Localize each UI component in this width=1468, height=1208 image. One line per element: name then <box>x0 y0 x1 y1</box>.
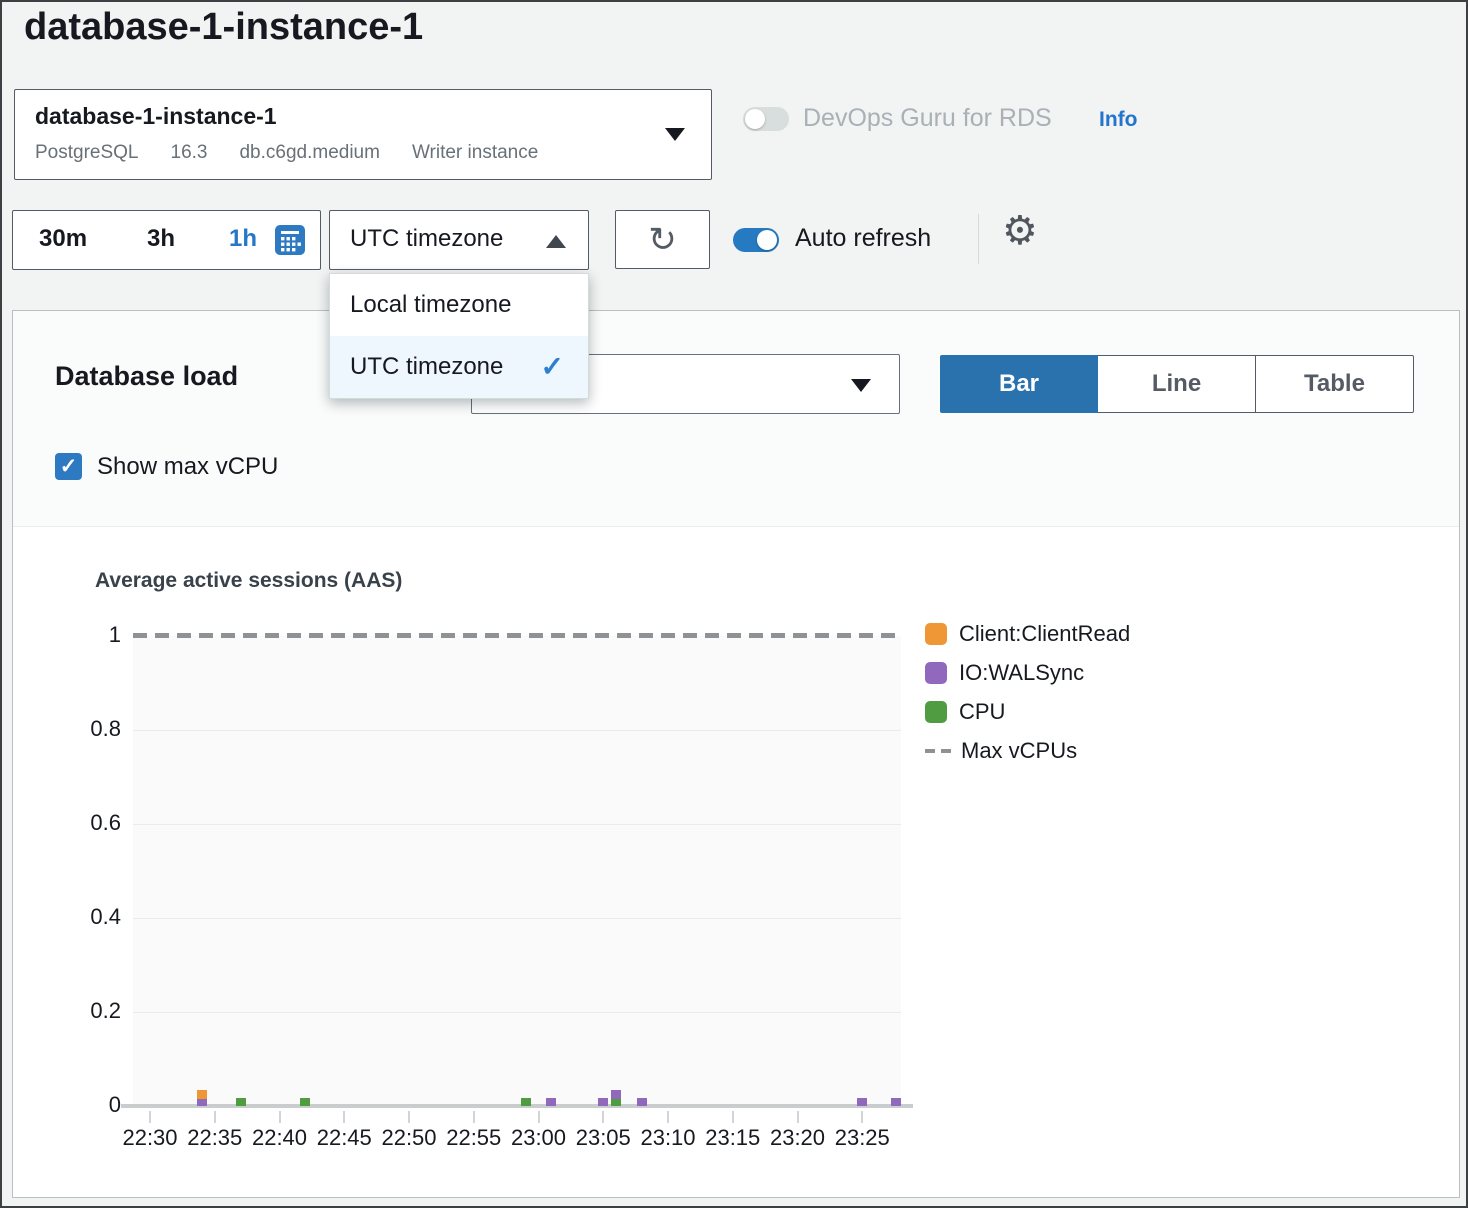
bar-segment-cpu <box>300 1098 310 1106</box>
legend-dash-swatch <box>925 749 951 753</box>
menu-item-utc-timezone[interactable]: UTC timezone ✓ <box>330 336 588 398</box>
range-3h-button[interactable]: 3h <box>147 225 175 253</box>
chart-bar-2305 <box>598 1098 608 1106</box>
range-30m-button[interactable]: 30m <box>39 225 87 253</box>
x-axis-tick <box>732 1111 734 1123</box>
calendar-icon <box>274 224 306 256</box>
x-axis-tick <box>797 1111 799 1123</box>
y-axis-label: 1 <box>53 622 121 648</box>
divider <box>978 214 979 264</box>
devops-guru-label: DevOps Guru for RDS <box>803 104 1052 133</box>
x-axis-tick <box>408 1111 410 1123</box>
caret-down-icon <box>665 128 685 141</box>
bar-segment-client-clientread <box>197 1090 207 1099</box>
timezone-dropdown-button[interactable]: UTC timezone <box>329 210 589 270</box>
gridline <box>133 824 901 825</box>
gridline <box>133 730 901 731</box>
toggle-knob <box>757 230 777 250</box>
legend-item-client-clientread[interactable]: Client:ClientRead <box>925 614 1130 653</box>
instance-version: 16.3 <box>171 142 208 163</box>
legend-label: CPU <box>959 699 1005 725</box>
bar-segment-io-walsync <box>598 1098 608 1106</box>
time-range-group: 30m 3h 1h <box>12 210 321 270</box>
x-axis-tick <box>667 1111 669 1123</box>
chart-plot-area <box>133 636 901 1106</box>
chart-bar-2242 <box>300 1098 310 1106</box>
settings-button[interactable]: ⚙ <box>1002 208 1038 254</box>
legend-color-swatch <box>925 662 947 684</box>
refresh-button[interactable]: ↻ <box>615 210 710 269</box>
y-axis-label: 0.8 <box>53 716 121 742</box>
legend-label: Client:ClientRead <box>959 621 1130 647</box>
instance-selector[interactable]: database-1-instance-1 PostgreSQL 16.3 db.c… <box>14 89 712 180</box>
chart-legend: Client:ClientRead IO:WALSync CPU Max vCPUs <box>925 614 1130 770</box>
legend-color-swatch <box>925 701 947 723</box>
instance-role: Writer instance <box>412 142 538 163</box>
x-axis-tick <box>861 1111 863 1123</box>
x-axis-tick <box>343 1111 345 1123</box>
menu-item-local-timezone[interactable]: Local timezone <box>330 274 588 336</box>
range-1h-button[interactable]: 1h <box>229 225 257 253</box>
timezone-button-label: UTC timezone <box>350 225 503 253</box>
menu-item-label: Local timezone <box>350 291 511 318</box>
toggle-knob <box>745 109 765 129</box>
caret-up-icon <box>546 235 566 248</box>
bar-segment-io-walsync <box>637 1098 647 1106</box>
bar-segment-io-walsync <box>857 1098 867 1106</box>
chart-bar-2259 <box>521 1098 531 1106</box>
legend-label: Max vCPUs <box>961 738 1077 764</box>
bar-segment-cpu <box>611 1099 621 1106</box>
bar-segment-cpu <box>236 1098 246 1106</box>
x-axis-tick <box>538 1111 540 1123</box>
x-axis-tick <box>214 1111 216 1123</box>
legend-item-cpu[interactable]: CPU <box>925 692 1130 731</box>
legend-color-swatch <box>925 623 947 645</box>
max-vcpus-line <box>133 633 901 638</box>
chart-bar-2306 <box>611 1090 621 1106</box>
chart-bar-2301 <box>546 1098 556 1106</box>
instance-class: db.c6gd.medium <box>239 142 379 163</box>
calendar-button[interactable] <box>273 224 307 258</box>
y-axis-label: 0.4 <box>53 904 121 930</box>
chart-bar-2234 <box>197 1090 207 1106</box>
chart-bar-2325 <box>857 1098 867 1106</box>
auto-refresh-toggle[interactable] <box>733 228 779 252</box>
y-axis-label: 0 <box>53 1092 121 1118</box>
performance-insights-page: database-1-instance-1 database-1-instanc… <box>0 0 1468 1208</box>
x-axis-tick <box>602 1111 604 1123</box>
bar-segment-io-walsync <box>197 1099 207 1106</box>
gear-icon: ⚙ <box>1002 209 1038 253</box>
chart-bar-2328 <box>891 1098 901 1106</box>
bar-segment-io-walsync <box>891 1098 901 1106</box>
menu-item-label: UTC timezone <box>350 353 503 380</box>
instance-engine: PostgreSQL <box>35 142 139 163</box>
bar-segment-io-walsync <box>546 1098 556 1106</box>
x-axis-label: 23:25 <box>822 1125 902 1151</box>
legend-item-max-vcpus[interactable]: Max vCPUs <box>925 731 1130 770</box>
refresh-icon: ↻ <box>648 221 677 259</box>
page-title: database-1-instance-1 <box>24 6 423 49</box>
bar-segment-cpu <box>521 1098 531 1106</box>
x-axis-tick <box>149 1111 151 1123</box>
check-icon: ✓ <box>541 336 564 398</box>
chart-bar-2308 <box>637 1098 647 1106</box>
instance-name: database-1-instance-1 <box>35 103 277 130</box>
bar-segment-io-walsync <box>611 1090 621 1099</box>
database-load-panel: Database load Bar Line Table ✓ Show max … <box>12 310 1460 1198</box>
devops-guru-toggle[interactable] <box>743 107 789 131</box>
legend-label: IO:WALSync <box>959 660 1084 686</box>
auto-refresh-label: Auto refresh <box>795 224 931 253</box>
y-axis-label: 0.6 <box>53 810 121 836</box>
y-axis-label: 0.2 <box>53 998 121 1024</box>
chart-bar-2237 <box>236 1098 246 1106</box>
instance-meta: PostgreSQL 16.3 db.c6gd.medium Writer insta… <box>35 142 570 164</box>
aas-chart: Client:ClientReadIO:WALSyncCPUMax vCPUs … <box>13 311 1459 1197</box>
legend-item-io-walsync[interactable]: IO:WALSync <box>925 653 1130 692</box>
timezone-dropdown-menu: Local timezone UTC timezone ✓ <box>329 273 589 399</box>
gridline <box>133 918 901 919</box>
devops-guru-info-link[interactable]: Info <box>1099 108 1137 132</box>
x-axis-tick <box>279 1111 281 1123</box>
x-axis-tick <box>473 1111 475 1123</box>
gridline <box>133 1012 901 1013</box>
